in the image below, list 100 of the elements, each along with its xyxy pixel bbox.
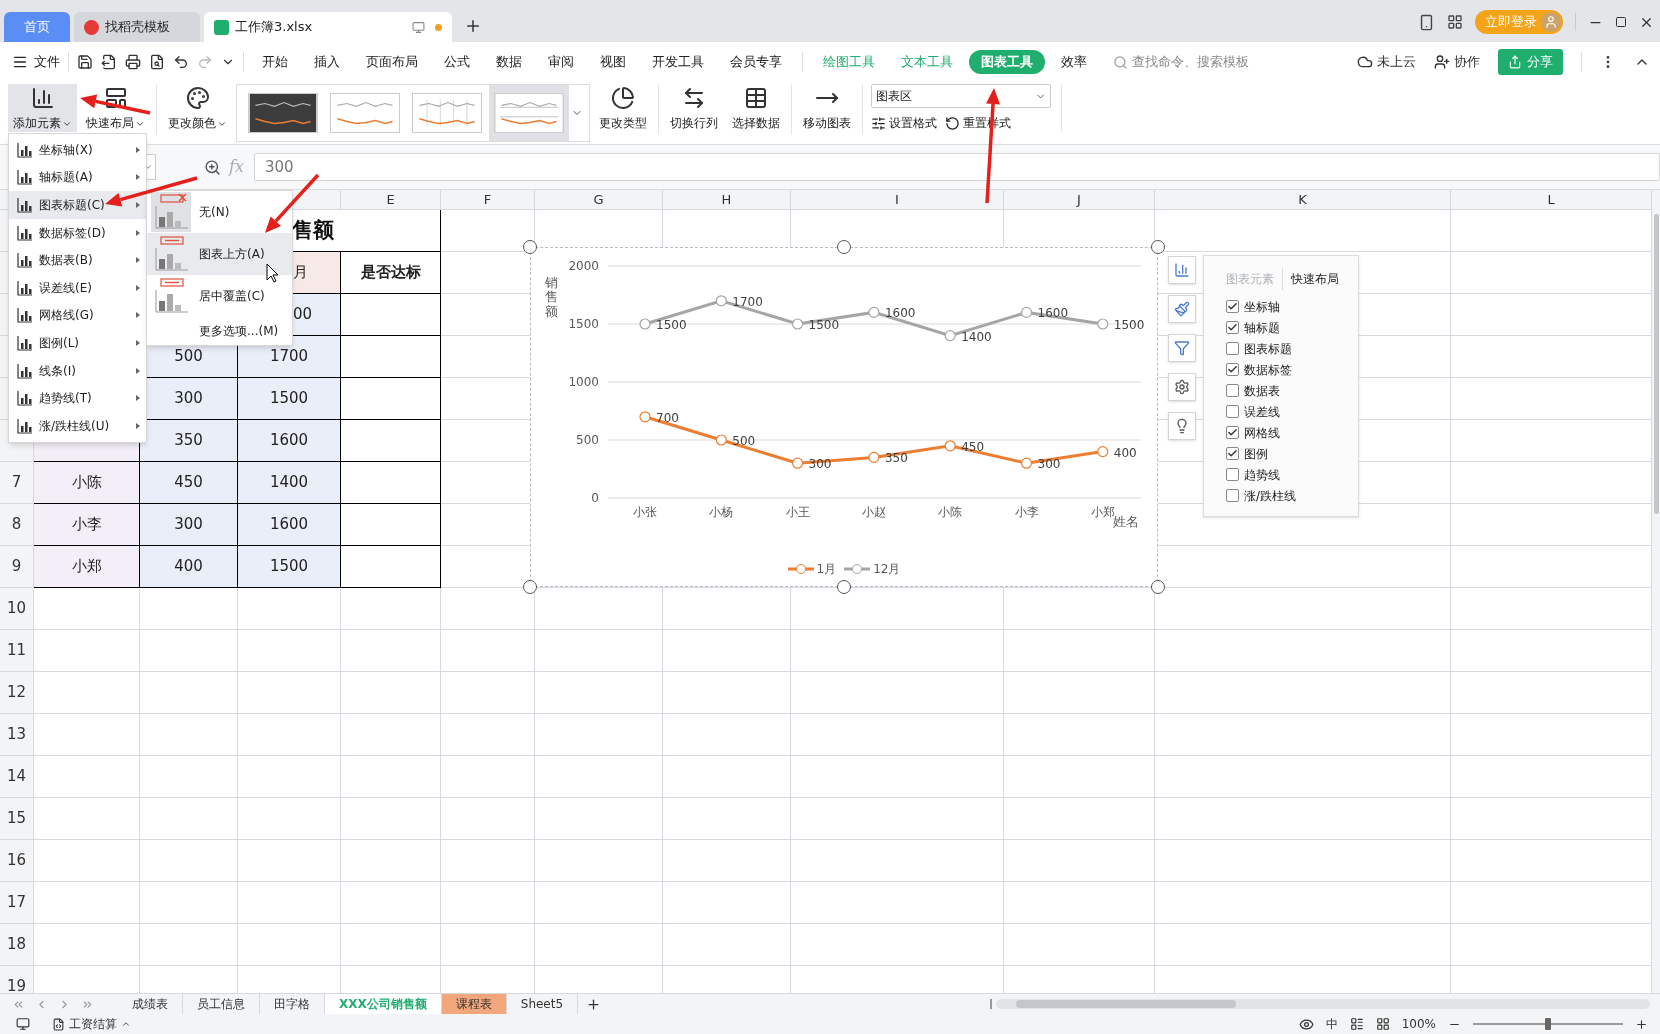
checkbox-label[interactable]: 趋势线 [1244, 465, 1280, 484]
print-icon[interactable] [125, 54, 141, 70]
monitor-icon[interactable] [412, 20, 425, 34]
checkbox-label[interactable]: 数据表 [1244, 381, 1280, 400]
column-header[interactable]: L [1451, 190, 1652, 210]
macro-button[interactable]: 工资结算 [52, 1015, 131, 1033]
column-header[interactable]: F [441, 190, 535, 210]
checkbox[interactable] [1226, 363, 1239, 376]
column-header[interactable]: G [535, 190, 663, 210]
document-tab[interactable]: 找稻壳模板 [74, 12, 200, 42]
menu-item[interactable]: 误差线(E) [9, 273, 146, 302]
row-header[interactable]: 15 [0, 798, 34, 840]
formula-field[interactable]: 300 [253, 153, 1660, 181]
lightbulb-button[interactable] [1168, 412, 1196, 440]
checkbox[interactable] [1226, 405, 1239, 418]
ribbon-tab[interactable]: 会员专享 [720, 50, 792, 74]
settings-button[interactable] [1168, 373, 1196, 401]
column-header[interactable]: E [341, 190, 441, 210]
ribbon-tab[interactable]: 插入 [304, 50, 350, 74]
file-menu-button[interactable]: 文件 [12, 52, 60, 72]
checkbox[interactable] [1226, 321, 1239, 334]
checkbox[interactable] [1226, 489, 1239, 502]
menu-item[interactable]: 网格线(G) [9, 301, 146, 330]
export-icon[interactable] [101, 54, 117, 70]
vertical-scrollbar[interactable] [1652, 190, 1660, 993]
row-header[interactable]: 14 [0, 756, 34, 798]
filter-button[interactable] [1168, 334, 1196, 362]
checkbox[interactable] [1226, 342, 1239, 355]
legend-label[interactable]: 12月 [873, 560, 901, 578]
zoom-in-icon[interactable] [1635, 1017, 1648, 1031]
checkbox-label[interactable]: 涨/跌柱线 [1244, 486, 1297, 505]
column-header[interactable]: H [663, 190, 791, 210]
checkbox-label[interactable]: 误差线 [1244, 402, 1280, 421]
add-element-button[interactable]: 添加元素 [8, 84, 77, 132]
checkbox-label[interactable]: 坐标轴 [1244, 297, 1280, 316]
row-header[interactable]: 12 [0, 672, 34, 714]
normal-view-icon[interactable] [1349, 1017, 1364, 1031]
chart-elements-button[interactable] [1168, 256, 1196, 284]
row-header[interactable]: 16 [0, 840, 34, 882]
chart-style-thumbnail[interactable] [489, 85, 569, 141]
maximize-icon[interactable] [1615, 16, 1627, 28]
change-color-button[interactable]: 更改颜色 [163, 84, 232, 132]
select-data-button[interactable]: 选择数据 [727, 84, 785, 132]
checkbox-label[interactable]: 图例 [1244, 444, 1268, 463]
ribbon-tab[interactable]: 页面布局 [356, 50, 428, 74]
ribbon-tab[interactable]: 公式 [434, 50, 480, 74]
grid-icon[interactable] [1447, 14, 1463, 30]
page-view-icon[interactable] [1375, 1017, 1390, 1031]
device-icon[interactable] [1418, 13, 1435, 31]
row-header[interactable]: 9 [0, 546, 34, 588]
document-tab[interactable]: 工作簿3.xlsx [204, 12, 452, 42]
zoom-slider-thumb[interactable] [1545, 1018, 1551, 1030]
checkbox-label[interactable]: 网格线 [1244, 423, 1280, 442]
row-header[interactable]: 11 [0, 630, 34, 672]
checkbox-label[interactable]: 数据标签 [1244, 360, 1292, 379]
submenu-item[interactable]: 图表上方(A) [147, 233, 292, 275]
row-header[interactable]: 19 [0, 966, 34, 993]
row-header[interactable]: 10 [0, 588, 34, 630]
command-search-field[interactable]: 查找命令、搜索模板 [1113, 52, 1282, 72]
print-preview-icon[interactable] [149, 54, 165, 70]
ribbon-tab[interactable]: 开发工具 [642, 50, 714, 74]
add-sheet-icon[interactable] [586, 996, 602, 1012]
row-header[interactable]: 17 [0, 882, 34, 924]
undo-icon[interactable] [173, 54, 189, 70]
new-tab-icon[interactable] [464, 17, 482, 35]
column-header[interactable]: J [1004, 190, 1155, 210]
checkbox[interactable] [1226, 468, 1239, 481]
row-header[interactable]: 13 [0, 714, 34, 756]
collaborate-link[interactable]: 协作 [1454, 52, 1480, 72]
splitter-handle[interactable] [990, 999, 992, 1009]
save-icon[interactable] [77, 54, 93, 70]
row-header[interactable]: 8 [0, 504, 34, 546]
menu-item[interactable]: 轴标题(A) [9, 163, 146, 192]
format-button[interactable]: 设置格式 [871, 114, 937, 132]
column-header[interactable]: K [1155, 190, 1451, 210]
checkbox[interactable] [1226, 384, 1239, 397]
row-header[interactable]: 7 [0, 462, 34, 504]
line-series[interactable] [639, 411, 1109, 469]
horizontal-scrollbar[interactable] [996, 999, 1650, 1009]
zoom-level[interactable]: 100% [1401, 1015, 1436, 1033]
checkbox[interactable] [1226, 447, 1239, 460]
change-type-button[interactable]: 更改类型 [594, 84, 652, 132]
quick-layout-button[interactable]: 快速布局 [81, 84, 150, 132]
move-chart-button[interactable]: 移动图表 [798, 84, 856, 132]
sheet-tab[interactable]: 课程表 [441, 994, 507, 1014]
zoom-icon[interactable] [204, 158, 221, 176]
cloud-status[interactable]: 未上云 [1377, 52, 1416, 72]
ribbon-tab[interactable]: 开始 [252, 50, 298, 74]
checkbox-label[interactable]: 图表标题 [1244, 339, 1292, 358]
eye-icon[interactable] [1298, 1016, 1314, 1032]
monitor-icon[interactable] [16, 1017, 30, 1031]
switch-rows-button[interactable]: 切换行列 [665, 84, 723, 132]
menu-item[interactable]: 图表标题(C) [9, 191, 146, 219]
ribbon-tab[interactable]: 数据 [486, 50, 532, 74]
menu-item[interactable]: 坐标轴(X) [9, 136, 146, 164]
line-series[interactable] [639, 295, 1109, 342]
row-header[interactable]: 18 [0, 924, 34, 966]
ribbon-tab[interactable]: 审阅 [538, 50, 584, 74]
checkbox-label[interactable]: 轴标题 [1244, 318, 1280, 337]
legend-label[interactable]: 1月 [816, 560, 837, 578]
